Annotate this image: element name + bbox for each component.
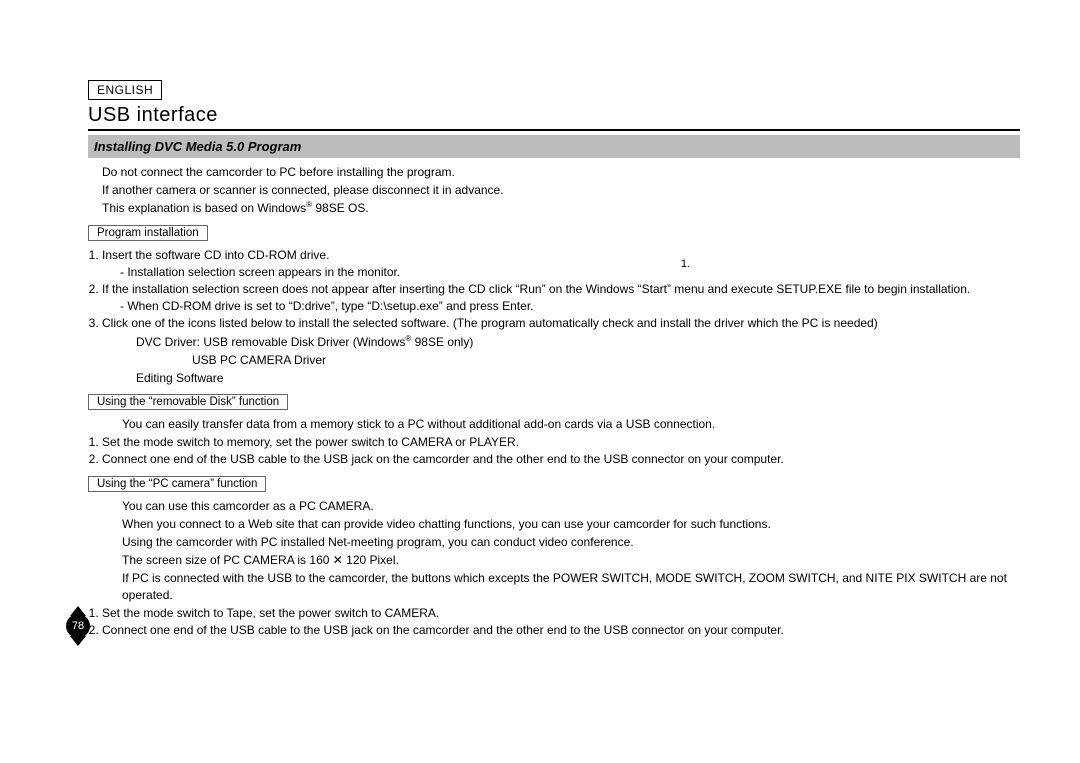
text: Click one of the icons listed below to i… bbox=[102, 316, 878, 330]
text: Using the camcorder with PC installed Ne… bbox=[122, 534, 1020, 550]
dash-list: Installation selection screen appears in… bbox=[102, 264, 1020, 280]
list-item: Set the mode switch to memory, set the p… bbox=[102, 434, 1020, 450]
list-item: Set the mode switch to Tape, set the pow… bbox=[102, 605, 1020, 621]
install-steps: Insert the software CD into CD-ROM drive… bbox=[88, 247, 1020, 387]
removable-intro: You can easily transfer data from a memo… bbox=[88, 416, 1020, 432]
figure-label: 1. bbox=[681, 258, 690, 270]
list-item: Connect one end of the USB cable to the … bbox=[102, 622, 1020, 638]
section-heading: Installing DVC Media 5.0 Program bbox=[88, 135, 1020, 158]
intro-text: Do not connect the camcorder to PC befor… bbox=[88, 164, 1020, 217]
text: If the installation selection screen doe… bbox=[102, 282, 970, 296]
text: Insert the software CD into CD-ROM drive… bbox=[102, 248, 329, 262]
dash-item: Installation selection screen appears in… bbox=[120, 264, 1020, 280]
removable-steps: Set the mode switch to memory, set the p… bbox=[88, 434, 1020, 467]
list-item: Connect one end of the USB cable to the … bbox=[102, 451, 1020, 467]
subsection-box: Using the “removable Disk” function bbox=[88, 394, 288, 410]
dash-list: When CD-ROM drive is set to “D:drive”, t… bbox=[102, 298, 1020, 314]
pccam-intro: You can use this camcorder as a PC CAMER… bbox=[88, 498, 1020, 603]
text: If PC is connected with the USB to the c… bbox=[122, 570, 1020, 602]
intro-line: If another camera or scanner is connecte… bbox=[102, 182, 1020, 198]
text: You can use this camcorder as a PC CAMER… bbox=[122, 498, 1020, 514]
page-number-badge: 78 bbox=[66, 614, 90, 638]
title-divider bbox=[88, 129, 1020, 131]
text: USB PC CAMERA Driver bbox=[136, 352, 1020, 368]
text: DVC Driver: USB removable Disk Driver (W… bbox=[136, 335, 405, 349]
text: This explanation is based on Windows bbox=[102, 201, 306, 215]
pccam-steps: Set the mode switch to Tape, set the pow… bbox=[88, 605, 1020, 638]
subsection-box: Using the “PC camera” function bbox=[88, 476, 266, 492]
intro-line: Do not connect the camcorder to PC befor… bbox=[102, 164, 1020, 180]
list-item: Insert the software CD into CD-ROM drive… bbox=[102, 247, 1020, 280]
text: The screen size of PC CAMERA is 160 ✕ 12… bbox=[122, 552, 1020, 568]
text: 98SE only) bbox=[411, 335, 473, 349]
text: You can easily transfer data from a memo… bbox=[122, 416, 1020, 432]
language-label: ENGLISH bbox=[88, 80, 162, 100]
manual-page: ENGLISH USB interface Installing DVC Med… bbox=[0, 0, 1080, 763]
list-item: Click one of the icons listed below to i… bbox=[102, 315, 1020, 386]
list-item: If the installation selection screen doe… bbox=[102, 281, 1020, 314]
text: When you connect to a Web site that can … bbox=[122, 516, 1020, 532]
dash-item: When CD-ROM drive is set to “D:drive”, t… bbox=[120, 298, 1020, 314]
text: Editing Software bbox=[136, 370, 1020, 386]
text: 98SE OS. bbox=[312, 201, 369, 215]
page-title: USB interface bbox=[88, 104, 1020, 127]
intro-line: This explanation is based on Windows® 98… bbox=[102, 200, 1020, 216]
driver-list: DVC Driver: USB removable Disk Driver (W… bbox=[102, 334, 1020, 387]
subsection-box: Program installation bbox=[88, 225, 208, 241]
